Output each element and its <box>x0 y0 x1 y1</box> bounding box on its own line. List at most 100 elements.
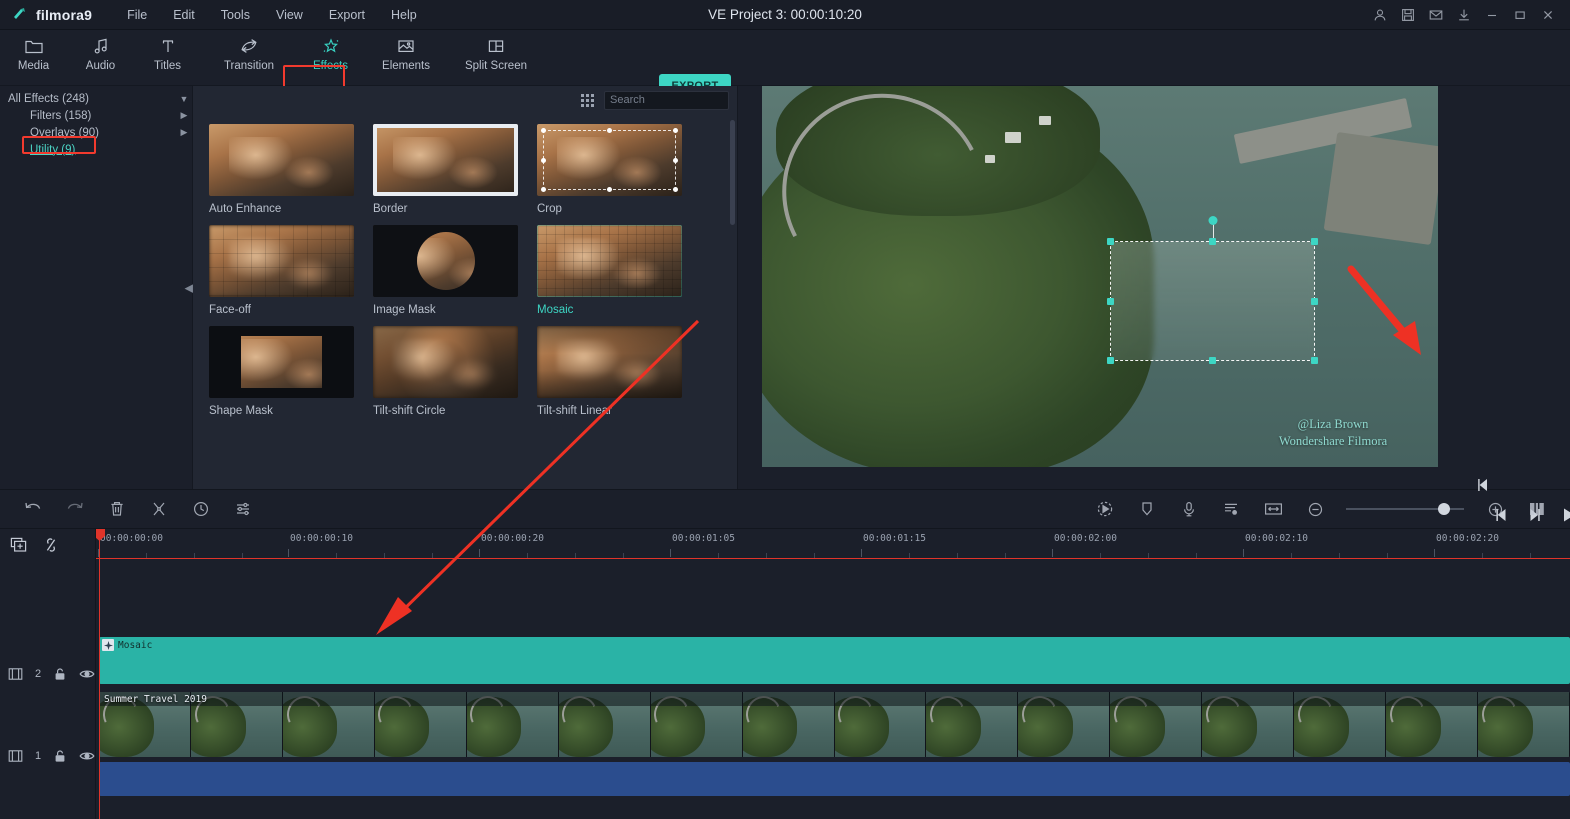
video-preview[interactable]: @Liza Brown Wondershare Filmora <box>762 86 1438 467</box>
add-track-icon[interactable] <box>10 537 28 553</box>
search-box[interactable] <box>604 90 764 110</box>
resize-handle[interactable] <box>1311 357 1318 364</box>
effect-item-crop[interactable]: Crop <box>537 124 701 215</box>
sidebar-item-utility[interactable]: Utility (9) <box>0 141 192 158</box>
search-input[interactable] <box>610 94 752 106</box>
eye-icon[interactable] <box>79 750 95 762</box>
sidebar-item-overlays[interactable]: Overlays (90) ▶ <box>0 124 192 141</box>
track-row-2[interactable]: Mosaic <box>96 637 1570 684</box>
tab-effects-label: Effects <box>313 60 348 72</box>
track-header-1: 1 <box>0 749 96 763</box>
playhead[interactable] <box>96 529 105 819</box>
film-icon <box>8 749 23 763</box>
timeline-clip-video[interactable]: Summer Travel 2019 <box>99 692 1570 757</box>
resize-handle[interactable] <box>1107 357 1114 364</box>
ruler-label: 00:00:00:10 <box>290 533 353 544</box>
lock-icon[interactable] <box>53 749 67 763</box>
effect-label: Image Mask <box>373 304 436 316</box>
mail-icon[interactable] <box>1422 2 1450 28</box>
track-number: 2 <box>35 668 42 680</box>
effect-item-tilt-shift-circle[interactable]: Tilt-shift Circle <box>373 326 537 417</box>
zoom-in-icon[interactable] <box>1474 494 1516 524</box>
tab-split-screen-label: Split Screen <box>464 60 527 72</box>
maximize-icon[interactable] <box>1506 2 1534 28</box>
split-icon[interactable] <box>138 494 180 524</box>
preview-scene <box>762 86 1438 467</box>
app-logo: filmora9 <box>0 6 92 24</box>
menu-item-edit[interactable]: Edit <box>160 4 208 26</box>
unlink-icon[interactable] <box>42 537 60 553</box>
save-icon[interactable] <box>1394 2 1422 28</box>
account-icon[interactable] <box>1366 2 1394 28</box>
panel-collapse-icon[interactable]: ◀ <box>185 281 193 294</box>
download-icon[interactable] <box>1450 2 1478 28</box>
close-icon[interactable] <box>1534 2 1562 28</box>
resize-handle[interactable] <box>1209 238 1216 245</box>
effect-item-tilt-shift-linear[interactable]: Tilt-shift Linear <box>537 326 701 417</box>
zoom-out-icon[interactable] <box>1294 494 1336 524</box>
undo-icon[interactable] <box>12 494 54 524</box>
timeline-ruler[interactable]: 00:00:00:00 00:00:00:10 00:00:00:20 00:0… <box>96 529 1570 559</box>
tab-split-screen[interactable]: Split Screen <box>448 30 544 72</box>
track-panel-icon[interactable] <box>1516 494 1558 524</box>
tab-titles[interactable]: Titles <box>134 30 201 72</box>
tab-effects[interactable]: Effects <box>297 30 364 72</box>
tab-elements[interactable]: Elements <box>364 30 448 72</box>
sidebar-item-filters-label: Filters (158) <box>30 109 92 122</box>
voiceover-icon[interactable] <box>1168 494 1210 524</box>
transition-icon <box>238 35 260 57</box>
settings-icon[interactable] <box>222 494 264 524</box>
track-row-1[interactable]: Summer Travel 2019 <box>96 692 1570 757</box>
menu-item-help[interactable]: Help <box>378 4 430 26</box>
split-screen-icon <box>486 35 506 57</box>
clip-label: Summer Travel 2019 <box>104 694 207 705</box>
effects-scrollbar[interactable] <box>730 120 735 225</box>
effect-item-border[interactable]: Border <box>373 124 537 215</box>
track-row-audio[interactable] <box>96 762 1570 796</box>
tab-media[interactable]: Media <box>0 30 67 72</box>
effect-item-image-mask[interactable]: Image Mask <box>373 225 537 316</box>
annotation-arrow-preview <box>1347 265 1421 355</box>
effect-item-face-off[interactable]: Face-off <box>209 225 373 316</box>
tab-audio[interactable]: Audio <box>67 30 134 72</box>
speed-icon[interactable] <box>1084 494 1126 524</box>
effect-item-mosaic[interactable]: Mosaic <box>537 225 701 316</box>
minimize-icon[interactable] <box>1478 2 1506 28</box>
filmora-logo-icon <box>12 6 30 24</box>
effect-item-auto-enhance[interactable]: Auto Enhance <box>209 124 373 215</box>
resize-handle[interactable] <box>1107 238 1114 245</box>
zoom-slider[interactable] <box>1346 503 1464 515</box>
music-note-icon <box>91 35 111 57</box>
resize-handle[interactable] <box>1209 357 1216 364</box>
fit-timeline-icon[interactable] <box>1252 494 1294 524</box>
resize-handle[interactable] <box>1107 297 1114 305</box>
timeline-tracks[interactable]: 00:00:00:00 00:00:00:10 00:00:00:20 00:0… <box>96 529 1570 819</box>
resize-handle[interactable] <box>1311 238 1318 245</box>
timeline-clip-mosaic[interactable]: Mosaic <box>99 637 1570 684</box>
sidebar-item-all-effects[interactable]: All Effects (248) ▼ <box>0 90 192 107</box>
menu-item-tools[interactable]: Tools <box>208 4 263 26</box>
effect-clip-icon <box>102 639 114 651</box>
mosaic-region <box>1111 242 1314 360</box>
eye-icon[interactable] <box>79 668 95 680</box>
ruler-label: 00:00:00:00 <box>100 533 163 544</box>
lock-icon[interactable] <box>53 667 67 681</box>
marker-icon[interactable] <box>1126 494 1168 524</box>
mosaic-selection-box[interactable] <box>1107 216 1318 364</box>
zoom-slider-knob[interactable] <box>1438 503 1450 515</box>
timeline-clip-audio[interactable] <box>99 762 1570 796</box>
effect-thumbnail <box>537 225 682 297</box>
duration-icon[interactable] <box>180 494 222 524</box>
menu-item-view[interactable]: View <box>263 4 316 26</box>
tab-transition[interactable]: Transition <box>201 30 297 72</box>
sidebar-item-filters[interactable]: Filters (158) ▶ <box>0 107 192 124</box>
menu-item-file[interactable]: File <box>114 4 160 26</box>
menu-item-export[interactable]: Export <box>316 4 378 26</box>
delete-icon[interactable] <box>96 494 138 524</box>
resize-handle[interactable] <box>1311 297 1318 305</box>
effect-item-shape-mask[interactable]: Shape Mask <box>209 326 373 417</box>
grid-view-icon[interactable] <box>581 93 594 107</box>
render-icon[interactable] <box>1210 494 1252 524</box>
rotate-handle[interactable] <box>1208 216 1217 225</box>
redo-icon[interactable] <box>54 494 96 524</box>
